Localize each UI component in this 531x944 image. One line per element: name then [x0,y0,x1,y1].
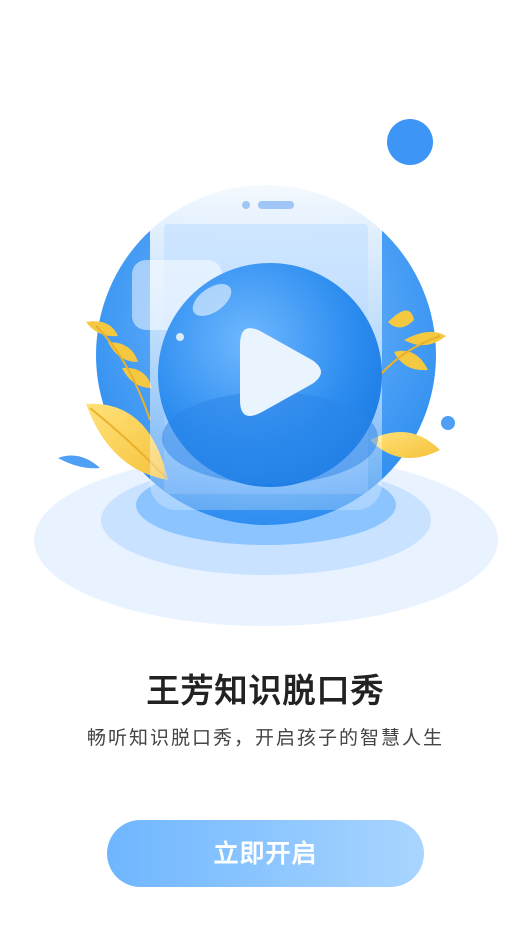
floating-ball-large [387,119,433,165]
app-title: 王芳知识脱口秀 [146,671,385,710]
welcome-screen: 王芳知识脱口秀 畅听知识脱口秀，开启孩子的智慧人生 立即开启 [0,0,531,944]
floating-ball-small [441,416,455,430]
water-drop [58,455,100,469]
hero-illustration [34,119,498,626]
app-tagline: 畅听知识脱口秀，开启孩子的智慧人生 [86,727,444,749]
play-ball [158,263,382,487]
start-button[interactable]: 立即开启 [107,820,424,887]
